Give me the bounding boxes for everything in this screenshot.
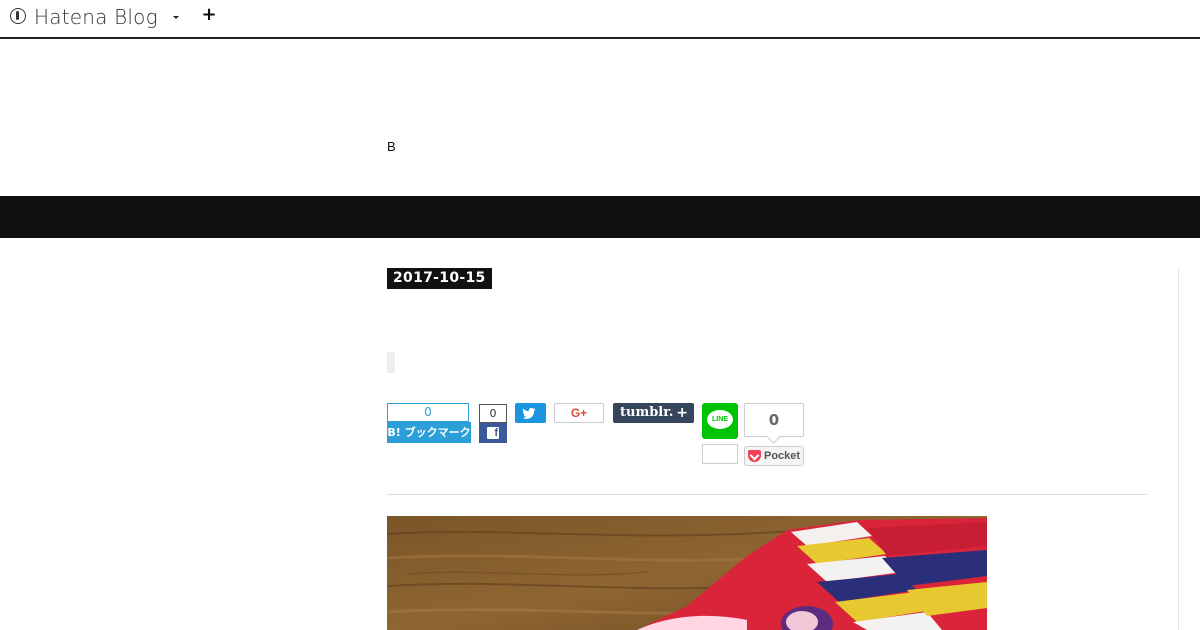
hatena-top-bar: Hatena Blog + [0,0,1200,39]
pocket-icon [748,450,761,462]
entry-photo-image [387,516,987,630]
line-share-button[interactable]: LINE [702,403,738,439]
google-plus-share-button[interactable]: G+ [554,403,604,423]
share-divider [387,494,1147,495]
tumblr-share-button[interactable]: tumblr. + [613,403,694,423]
twitter-bird-icon [522,408,536,419]
pocket-save-count[interactable]: 0 [744,403,804,437]
sidebar-divider [1178,268,1179,630]
line-icon: LINE [707,410,733,429]
hatena-logo-icon[interactable] [10,8,26,24]
hatena-bookmark-count[interactable]: 0 [387,403,469,422]
facebook-share-button[interactable]: f [479,423,507,443]
tumblr-plus-icon: + [676,405,688,421]
pocket-save-button[interactable]: Pocket [744,446,804,466]
line-share-count[interactable] [702,444,738,464]
facebook-icon: f [487,427,499,439]
twitter-share-button[interactable] [515,403,546,423]
caret-down-icon[interactable] [171,10,183,24]
entry-photo [387,516,987,630]
hatena-blog-brand[interactable]: Hatena Blog [34,5,158,29]
pocket-label: Pocket [764,450,801,462]
entry-title-placeholder [387,352,395,373]
add-icon[interactable]: + [201,5,217,25]
global-nav-band [0,196,1200,238]
tumblr-label: tumblr. [620,405,674,420]
facebook-share-count[interactable]: 0 [479,404,507,423]
entry-date[interactable]: 2017-10-15 [387,268,492,289]
hatena-bookmark-button[interactable]: B! ブックマーク [387,422,471,443]
blog-title[interactable]: B [387,139,396,154]
